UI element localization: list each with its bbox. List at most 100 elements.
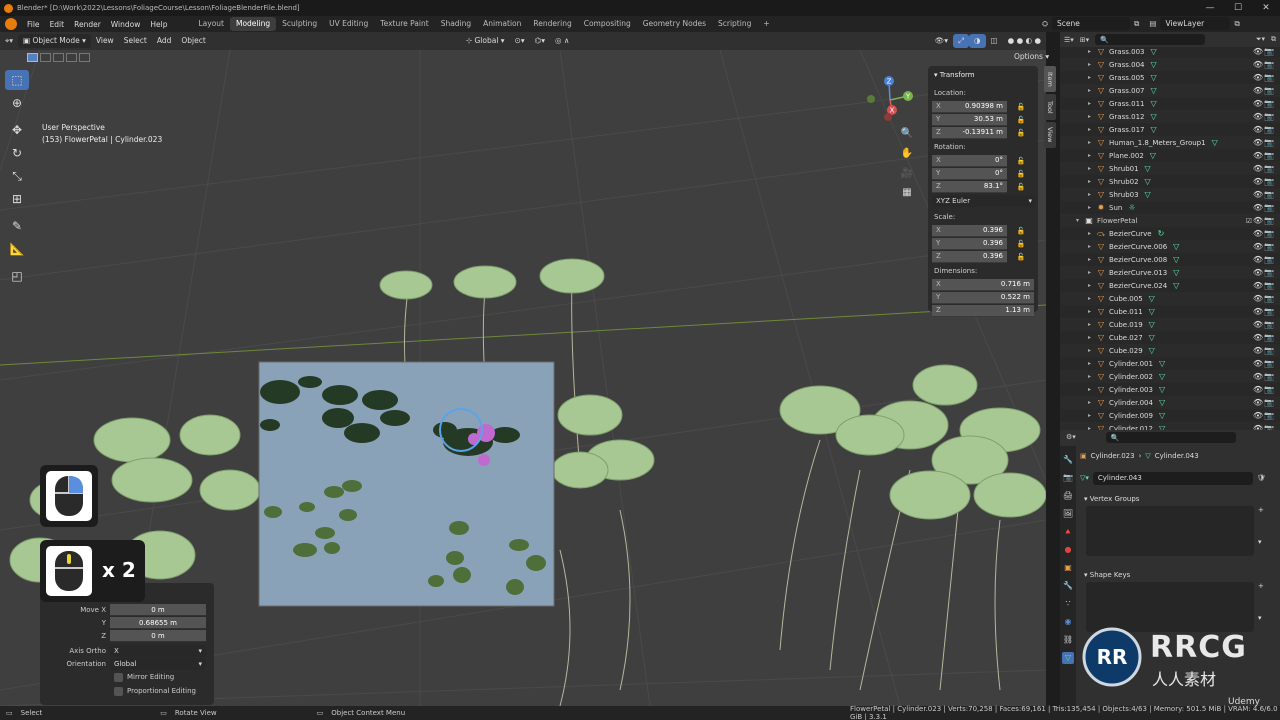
- render-camera-icon[interactable]: 📷: [1264, 255, 1274, 264]
- expand-arrow-icon[interactable]: ▸: [1088, 334, 1096, 341]
- visibility-eye-icon[interactable]: 👁: [1253, 47, 1263, 56]
- location-x-field[interactable]: X 0.90398 m: [932, 100, 1007, 113]
- outliner-object-row[interactable]: ▸ ▽ Cylinder.004 ▽ 👁 📷: [1060, 396, 1280, 409]
- visibility-eye-icon[interactable]: 👁: [1253, 385, 1263, 394]
- visibility-eye-icon[interactable]: 👁: [1253, 372, 1263, 381]
- lock-icon[interactable]: 🔓: [1015, 116, 1027, 124]
- transform-icon[interactable]: ⊞: [5, 189, 29, 209]
- grid-perspective-icon[interactable]: ▦: [898, 183, 916, 201]
- outliner-object-row[interactable]: ▸ ▽ Cube.011 ▽ 👁 📷: [1060, 305, 1280, 318]
- outliner-object-row[interactable]: ▸ ▽ BezierCurve.008 ▽ 👁 📷: [1060, 253, 1280, 266]
- render-camera-icon[interactable]: 📷: [1264, 151, 1274, 160]
- expand-arrow-icon[interactable]: ▸: [1088, 373, 1096, 380]
- expand-arrow-icon[interactable]: ▸: [1088, 269, 1096, 276]
- tab-compositing[interactable]: Compositing: [578, 17, 637, 31]
- expand-arrow-icon[interactable]: ▸: [1088, 399, 1096, 406]
- new-view-layer-icon[interactable]: ⧉: [1234, 19, 1239, 29]
- mirror-editing-checkbox[interactable]: Mirror Editing: [40, 670, 214, 684]
- move-x-field[interactable]: 0 m: [110, 603, 206, 616]
- properties-editor-icon[interactable]: ⚙▾: [1066, 433, 1076, 441]
- visibility-eye-icon[interactable]: 👁: [1253, 112, 1263, 121]
- move-z-field[interactable]: 0 m: [110, 629, 206, 642]
- outliner-object-row[interactable]: ▸ ▽ BezierCurve.024 ▽ 👁 📷: [1060, 279, 1280, 292]
- visibility-eye-icon[interactable]: 👁: [1253, 346, 1263, 355]
- expand-arrow-icon[interactable]: ▸: [1088, 191, 1096, 198]
- select-intersect-icon[interactable]: [79, 52, 90, 62]
- close-button[interactable]: ✕: [1252, 0, 1280, 16]
- transform-header[interactable]: ▾ Transform: [932, 69, 1034, 85]
- visibility-eye-icon[interactable]: 👁: [1253, 281, 1263, 290]
- collection-checkbox-icon[interactable]: ☑: [1246, 217, 1252, 225]
- add-shape-key-button[interactable]: +: [1258, 582, 1264, 590]
- render-camera-icon[interactable]: 📷: [1264, 60, 1274, 69]
- expand-arrow-icon[interactable]: ▸: [1088, 386, 1096, 393]
- outliner-object-row[interactable]: ▸ ▽ Cylinder.009 ▽ 👁 📷: [1060, 409, 1280, 422]
- scale-y-field[interactable]: Y 0.396: [932, 237, 1007, 250]
- outliner-object-row[interactable]: ▸ ▽ Cube.019 ▽ 👁 📷: [1060, 318, 1280, 331]
- visibility-eye-icon[interactable]: 👁: [1253, 60, 1263, 69]
- tab-layout[interactable]: Layout: [192, 17, 230, 31]
- add-vertex-group-button[interactable]: +: [1258, 506, 1264, 514]
- overlay-icon[interactable]: ◑: [969, 34, 986, 48]
- outliner-object-row[interactable]: ▸ ▽ Shrub01 ▽ 👁 📷: [1060, 162, 1280, 175]
- tab-animation[interactable]: Animation: [477, 17, 527, 31]
- select-invert-icon[interactable]: [66, 52, 77, 62]
- camera-view-icon[interactable]: 🎥: [898, 164, 916, 182]
- expand-arrow-icon[interactable]: ▸: [1088, 243, 1096, 250]
- lock-icon[interactable]: 🔓: [1015, 183, 1027, 191]
- render-camera-icon[interactable]: 📷: [1264, 125, 1274, 134]
- render-camera-icon[interactable]: 📷: [1264, 359, 1274, 368]
- visibility-eye-icon[interactable]: 👁: [1253, 73, 1263, 82]
- lock-icon[interactable]: 🔓: [1015, 103, 1027, 111]
- select-box-icon[interactable]: ⬚: [5, 70, 29, 90]
- menu-add[interactable]: Add: [152, 34, 177, 48]
- render-camera-icon[interactable]: 📷: [1264, 190, 1274, 199]
- render-camera-icon[interactable]: 📷: [1264, 177, 1274, 186]
- gizmo-icon[interactable]: ⤢: [953, 34, 970, 48]
- properties-search-input[interactable]: 🔍: [1105, 431, 1236, 443]
- outliner-editor-icon[interactable]: ☰▾: [1064, 36, 1074, 44]
- tab-rendering[interactable]: Rendering: [527, 17, 577, 31]
- visibility-eye-icon[interactable]: 👁: [1253, 307, 1263, 316]
- proportional-editing-checkbox[interactable]: Proportional Editing: [40, 684, 214, 698]
- outliner-object-row[interactable]: ▸ ✹ Sun ☼ 👁 📷: [1060, 201, 1280, 214]
- vertex-groups-menu-icon[interactable]: ▾: [1258, 538, 1264, 546]
- location-z-field[interactable]: Z -0.13911 m: [932, 126, 1007, 139]
- expand-arrow-icon[interactable]: ▸: [1088, 308, 1096, 315]
- tab-item[interactable]: Item: [1044, 66, 1056, 92]
- orientation-op-select[interactable]: Global ▾: [110, 657, 206, 670]
- vertex-groups-list[interactable]: [1086, 506, 1254, 556]
- tab-uv-editing[interactable]: UV Editing: [323, 17, 374, 31]
- tab-texture-paint[interactable]: Texture Paint: [374, 17, 434, 31]
- outliner-object-row[interactable]: ▸ ▽ Plane.002 ▽ 👁 📷: [1060, 149, 1280, 162]
- render-camera-icon[interactable]: 📷: [1264, 320, 1274, 329]
- mesh-data-icon[interactable]: ▽▾: [1080, 474, 1089, 482]
- visibility-eye-icon[interactable]: 👁: [1253, 86, 1263, 95]
- visibility-eye-icon[interactable]: 👁: [1253, 268, 1263, 277]
- orientation-selector[interactable]: ⊹ Global ▾: [461, 34, 510, 48]
- scale-x-field[interactable]: X 0.396: [932, 224, 1007, 237]
- lock-icon[interactable]: 🔓: [1015, 129, 1027, 137]
- constraints-tab-icon[interactable]: ⛓: [1062, 634, 1074, 646]
- menu-render[interactable]: Render: [69, 20, 106, 29]
- outliner-object-row[interactable]: ▸ ▽ Grass.012 ▽ 👁 📷: [1060, 110, 1280, 123]
- rotation-z-field[interactable]: Z 83.1°: [932, 180, 1007, 193]
- scale-icon[interactable]: ⤡: [5, 166, 29, 186]
- mode-selector[interactable]: ▣ Object Mode ▾: [18, 34, 91, 48]
- new-collection-icon[interactable]: ⧉: [1271, 35, 1276, 44]
- location-y-field[interactable]: Y 30.53 m: [932, 113, 1007, 126]
- visibility-eye-icon[interactable]: 👁: [1253, 242, 1263, 251]
- outliner-object-row[interactable]: ▸ ▽ Grass.017 ▽ 👁 📷: [1060, 123, 1280, 136]
- visibility-eye-icon[interactable]: 👁: [1253, 398, 1263, 407]
- render-camera-icon[interactable]: 📷: [1264, 216, 1274, 225]
- cursor-icon[interactable]: ⊕: [5, 93, 29, 113]
- outliner-object-row[interactable]: ▸ ▽ Cube.005 ▽ 👁 📷: [1060, 292, 1280, 305]
- render-camera-icon[interactable]: 📷: [1264, 281, 1274, 290]
- render-camera-icon[interactable]: 📷: [1264, 385, 1274, 394]
- visibility-eye-icon[interactable]: 👁: [1253, 333, 1263, 342]
- outliner-object-row[interactable]: ▸ ▽ Shrub02 ▽ 👁 📷: [1060, 175, 1280, 188]
- render-camera-icon[interactable]: 📷: [1264, 398, 1274, 407]
- visibility-eye-icon[interactable]: 👁: [1253, 138, 1263, 147]
- output-tab-icon[interactable]: 🖨: [1062, 490, 1074, 502]
- mesh-name-field[interactable]: Cylinder.043: [1092, 471, 1253, 485]
